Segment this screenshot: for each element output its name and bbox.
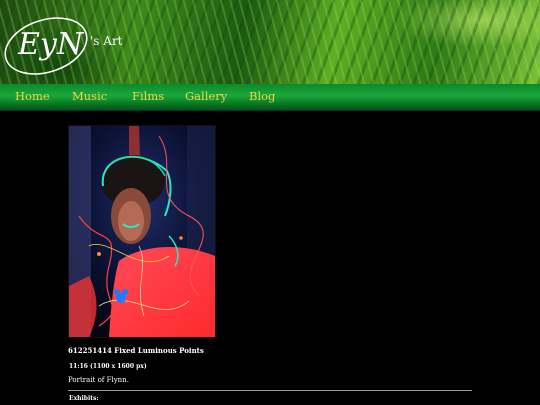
nav-blog[interactable]: Blog <box>249 89 275 103</box>
artwork-description: Portrait of Flynn. <box>68 376 129 384</box>
artwork-title: 612251414 Fixed Luminous Points <box>68 346 204 355</box>
main-nav: Home Music Films Gallery Blog <box>0 84 540 111</box>
site-header: EyN 's Art <box>0 0 540 84</box>
divider <box>68 390 472 391</box>
logo-suffix: 's Art <box>90 34 123 48</box>
nav-music[interactable]: Music <box>72 89 107 103</box>
exhibits-label: Exhibits: <box>69 395 99 402</box>
nav-gallery[interactable]: Gallery <box>185 89 227 103</box>
nav-films[interactable]: Films <box>132 89 164 103</box>
logo-text: EyN <box>17 27 85 62</box>
artwork-image[interactable] <box>68 125 216 338</box>
artwork-size: 11:16 (1100 x 1600 px) <box>69 363 147 370</box>
nav-home[interactable]: Home <box>15 89 50 103</box>
